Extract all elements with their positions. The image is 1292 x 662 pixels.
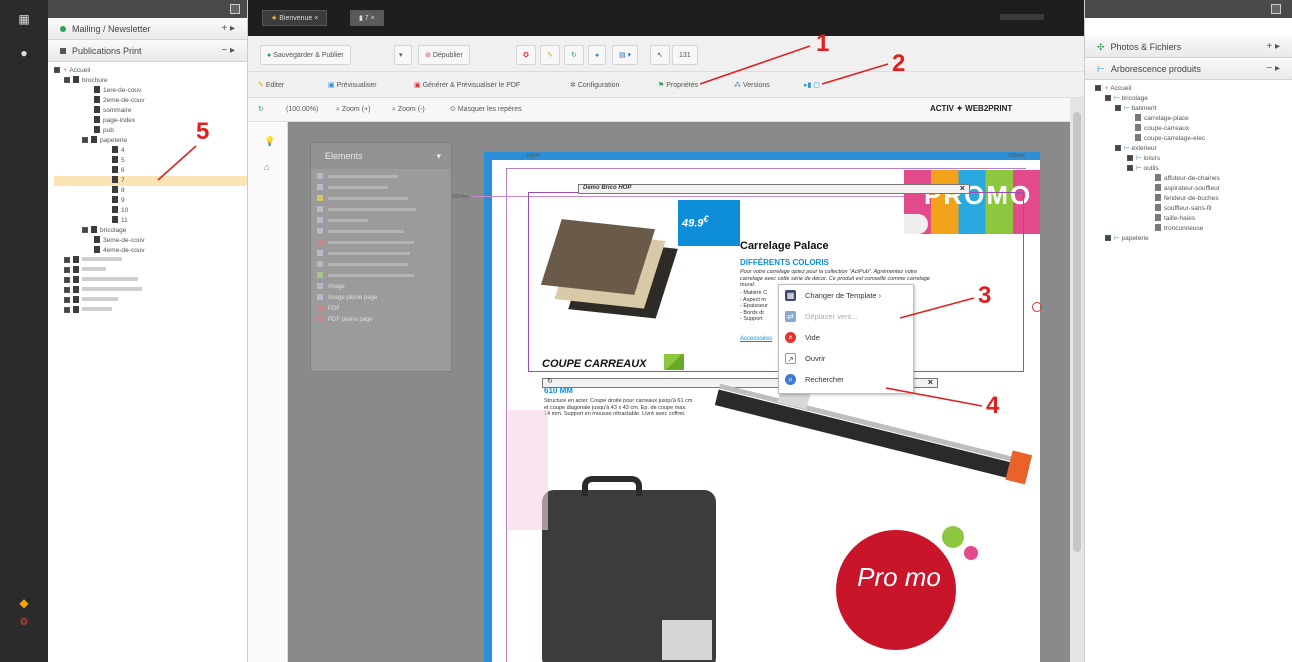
annotation-label-5: 5	[196, 118, 210, 145]
annotation-label-4: 4	[986, 392, 1000, 419]
annotation-arrow-2	[821, 63, 889, 85]
annotation-arrow-1	[699, 45, 811, 85]
annotation-label-2: 2	[892, 50, 906, 77]
annotation-overlay	[157, 45, 983, 407]
annotation-label-3: 3	[978, 282, 992, 309]
annotation-label-1: 1	[816, 30, 830, 57]
annotation-arrow-3	[899, 297, 975, 319]
annotation-arrow-4	[885, 387, 983, 407]
annotation-arrow-5	[157, 145, 197, 181]
